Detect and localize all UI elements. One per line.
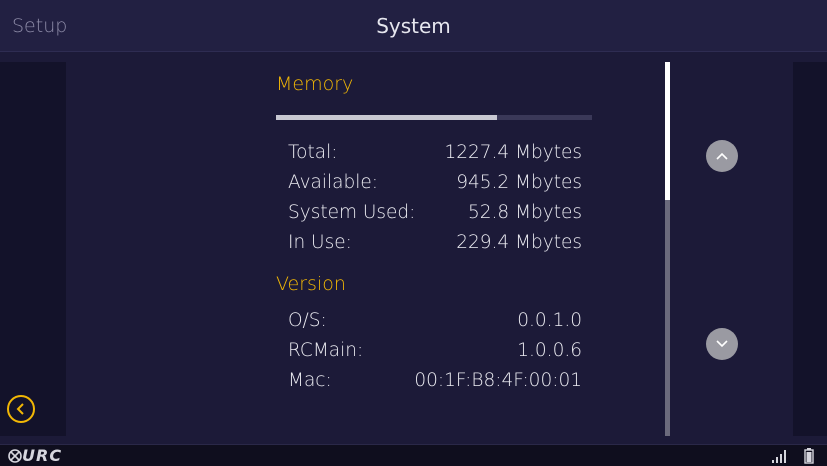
battery-icon (804, 448, 814, 464)
memory-usage-fill (276, 115, 498, 120)
scroll-up-button[interactable] (706, 140, 738, 172)
brand-mark-icon (8, 449, 22, 463)
version-row-rcmain: RCMain: 1.0.0.6 (288, 340, 582, 370)
left-side-panel (0, 62, 66, 436)
scroll-down-button[interactable] (706, 328, 738, 360)
row-label: O/S: (288, 310, 327, 331)
scrollbar[interactable] (665, 62, 670, 436)
version-row-os: O/S: 0.0.1.0 (288, 310, 582, 340)
memory-heading: Memory (276, 73, 354, 95)
row-label: In Use: (288, 232, 352, 253)
row-label: System Used: (288, 202, 416, 223)
row-value: 52.8 Mbytes (468, 202, 582, 223)
memory-row-available: Available: 945.2 Mbytes (288, 172, 582, 202)
row-value: 0.0.1.0 (517, 310, 582, 331)
scrollbar-thumb[interactable] (665, 62, 670, 200)
row-label: Mac: (288, 370, 332, 391)
row-value: 945.2 Mbytes (456, 172, 582, 193)
memory-usage-bar (276, 115, 592, 120)
row-value: 00:1F:B8:4F:00:01 (414, 370, 582, 391)
brand-text: URC (22, 446, 63, 465)
brand-logo: URC (8, 446, 62, 466)
row-value: 1227.4 Mbytes (444, 142, 582, 163)
row-value: 1.0.0.6 (517, 340, 582, 361)
header-bar: Setup System (0, 0, 827, 52)
memory-row-in-use: In Use: 229.4 Mbytes (288, 232, 582, 262)
signal-icon (772, 450, 786, 463)
chevron-left-icon (16, 403, 24, 415)
version-heading: Version (276, 273, 346, 295)
version-row-mac: Mac: 00:1F:B8:4F:00:01 (288, 370, 582, 400)
row-label: Total: (288, 142, 338, 163)
right-side-panel (793, 62, 827, 436)
memory-row-total: Total: 1227.4 Mbytes (288, 142, 582, 172)
chevron-up-icon (716, 152, 728, 160)
row-value: 229.4 Mbytes (456, 232, 582, 253)
back-button[interactable] (7, 395, 35, 423)
chevron-down-icon (716, 340, 728, 348)
status-bar: URC (0, 444, 827, 466)
row-label: RCMain: (288, 340, 364, 361)
row-label: Available: (288, 172, 378, 193)
page-title: System (376, 14, 451, 38)
memory-row-system-used: System Used: 52.8 Mbytes (288, 202, 582, 232)
